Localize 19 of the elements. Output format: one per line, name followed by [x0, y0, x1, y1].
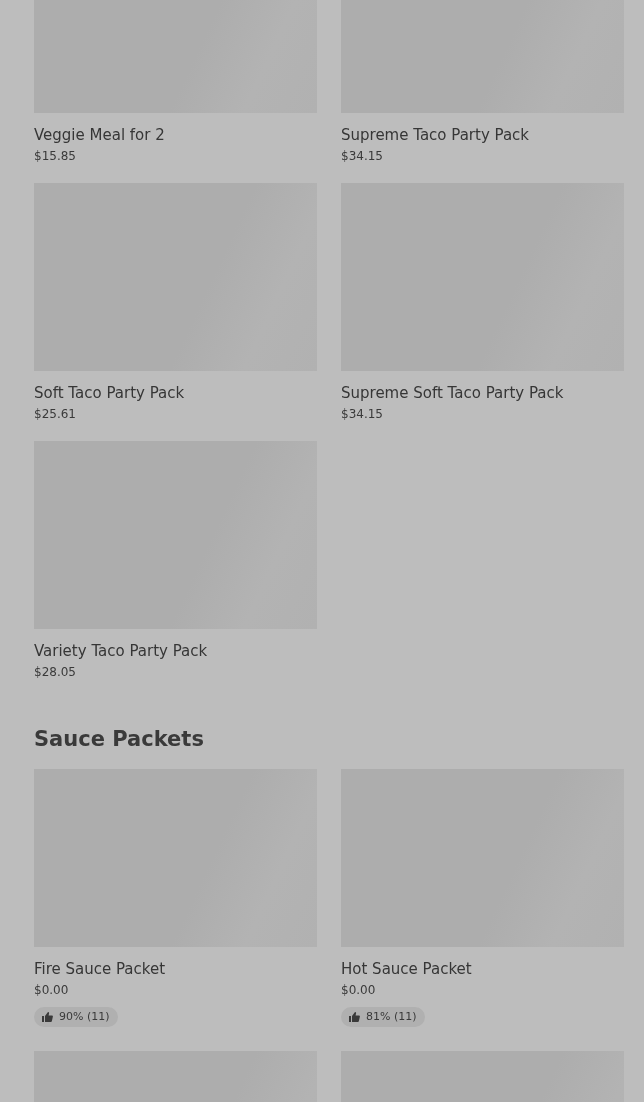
product-price: $0.00 [341, 983, 377, 998]
product-price: $28.05 [34, 665, 77, 680]
product-name: Hot Sauce Packet [341, 960, 473, 978]
product-price: $25.61 [34, 407, 77, 422]
thumbs-up-icon [42, 1012, 53, 1022]
rating-text: 90% (11) [59, 1009, 110, 1025]
thumbs-up-icon [349, 1012, 360, 1022]
product-price: $34.15 [341, 149, 384, 164]
section-heading: Sauce Packets [34, 726, 205, 753]
product-price: $15.85 [34, 149, 77, 164]
product-name: Supreme Soft Taco Party Pack [341, 384, 565, 402]
product-name: Soft Taco Party Pack [34, 384, 186, 402]
product-name: Veggie Meal for 2 [34, 126, 166, 144]
product-name: Fire Sauce Packet [34, 960, 167, 978]
product-name: Variety Taco Party Pack [34, 642, 209, 660]
rating-text: 81% (11) [366, 1009, 417, 1025]
product-name: Supreme Taco Party Pack [341, 126, 531, 144]
product-price: $34.15 [341, 407, 384, 422]
product-price: $0.00 [34, 983, 70, 998]
